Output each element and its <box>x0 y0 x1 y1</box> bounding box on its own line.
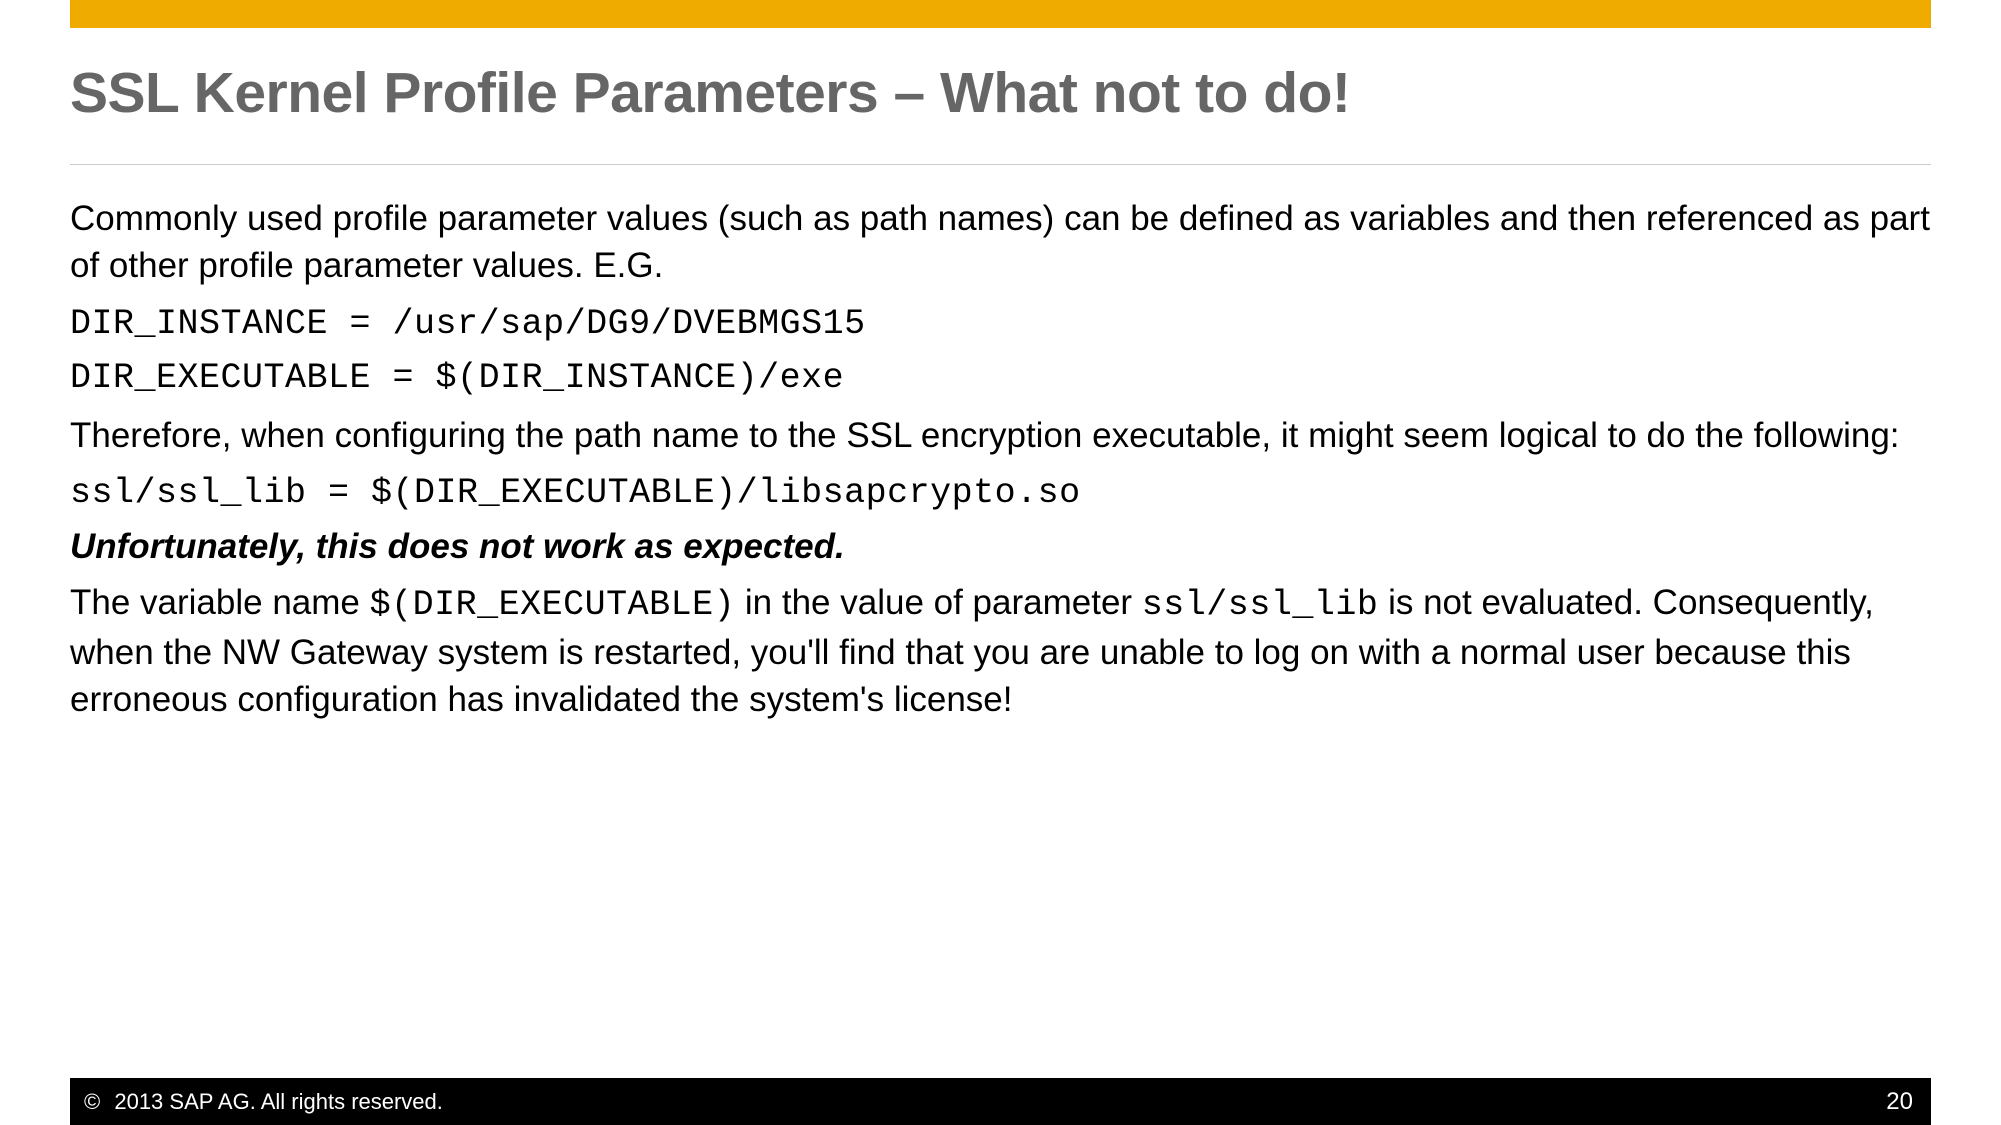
warning-text: Unfortunately, this does not work as exp… <box>70 527 1931 567</box>
inline-code-ssl-lib: ssl/ssl_lib <box>1142 585 1379 625</box>
explanation-paragraph: The variable name $(DIR_EXECUTABLE) in t… <box>70 579 1931 724</box>
footer-bar: © 2013 SAP AG. All rights reserved. 20 <box>70 1078 1931 1125</box>
slide-title: SSL Kernel Profile Parameters – What not… <box>70 60 1931 126</box>
inline-code-dir-executable: $(DIR_EXECUTABLE) <box>370 585 736 625</box>
therefore-paragraph: Therefore, when configuring the path nam… <box>70 412 1931 459</box>
copyright-symbol: © <box>84 1089 100 1114</box>
explanation-prefix: The variable name <box>70 583 370 622</box>
code-dir-executable: DIR_EXECUTABLE = $(DIR_INSTANCE)/exe <box>70 358 1931 398</box>
code-dir-instance: DIR_INSTANCE = /usr/sap/DG9/DVEBMGS15 <box>70 304 1931 344</box>
intro-paragraph: Commonly used profile parameter values (… <box>70 195 1931 290</box>
slide-content: SSL Kernel Profile Parameters – What not… <box>70 60 1931 738</box>
accent-bar <box>70 0 1931 28</box>
copyright-label: 2013 SAP AG. All rights reserved. <box>114 1089 443 1114</box>
explanation-mid: in the value of parameter <box>735 583 1142 622</box>
page-number: 20 <box>1886 1088 1913 1116</box>
code-ssl-lib: ssl/ssl_lib = $(DIR_EXECUTABLE)/libsapcr… <box>70 473 1931 513</box>
copyright-text: © 2013 SAP AG. All rights reserved. <box>84 1089 443 1115</box>
title-divider <box>70 164 1931 165</box>
